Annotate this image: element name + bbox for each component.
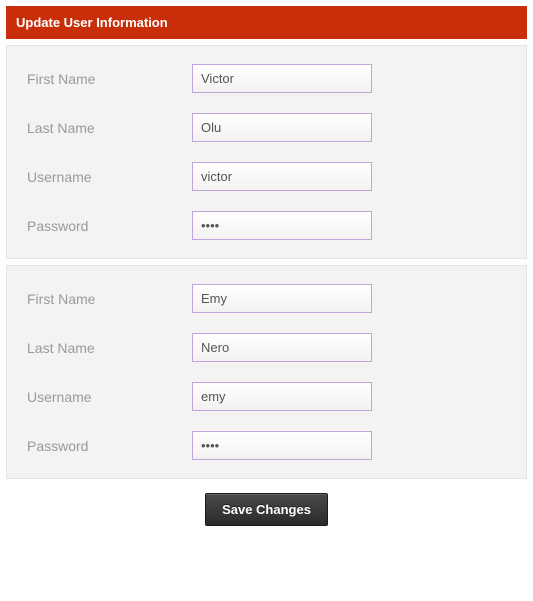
username-label: Username — [17, 389, 192, 405]
form-row: Last Name — [17, 333, 516, 362]
password-label: Password — [17, 218, 192, 234]
form-row: Username — [17, 382, 516, 411]
save-button[interactable]: Save Changes — [205, 493, 328, 526]
form-row: First Name — [17, 64, 516, 93]
username-label: Username — [17, 169, 192, 185]
first-name-label: First Name — [17, 71, 192, 87]
form-row: Username — [17, 162, 516, 191]
user-card: First Name Last Name Username Password — [6, 265, 527, 479]
username-input[interactable] — [192, 162, 372, 191]
last-name-label: Last Name — [17, 340, 192, 356]
password-label: Password — [17, 438, 192, 454]
username-input[interactable] — [192, 382, 372, 411]
password-input[interactable] — [192, 211, 372, 240]
last-name-input[interactable] — [192, 113, 372, 142]
password-input[interactable] — [192, 431, 372, 460]
panel-header: Update User Information — [6, 6, 527, 39]
first-name-label: First Name — [17, 291, 192, 307]
form-row: Password — [17, 431, 516, 460]
user-card: First Name Last Name Username Password — [6, 45, 527, 259]
action-row: Save Changes — [6, 493, 527, 526]
form-row: First Name — [17, 284, 516, 313]
last-name-input[interactable] — [192, 333, 372, 362]
first-name-input[interactable] — [192, 284, 372, 313]
last-name-label: Last Name — [17, 120, 192, 136]
panel-title: Update User Information — [16, 15, 168, 30]
first-name-input[interactable] — [192, 64, 372, 93]
update-user-page: Update User Information First Name Last … — [0, 0, 533, 538]
form-row: Password — [17, 211, 516, 240]
form-row: Last Name — [17, 113, 516, 142]
